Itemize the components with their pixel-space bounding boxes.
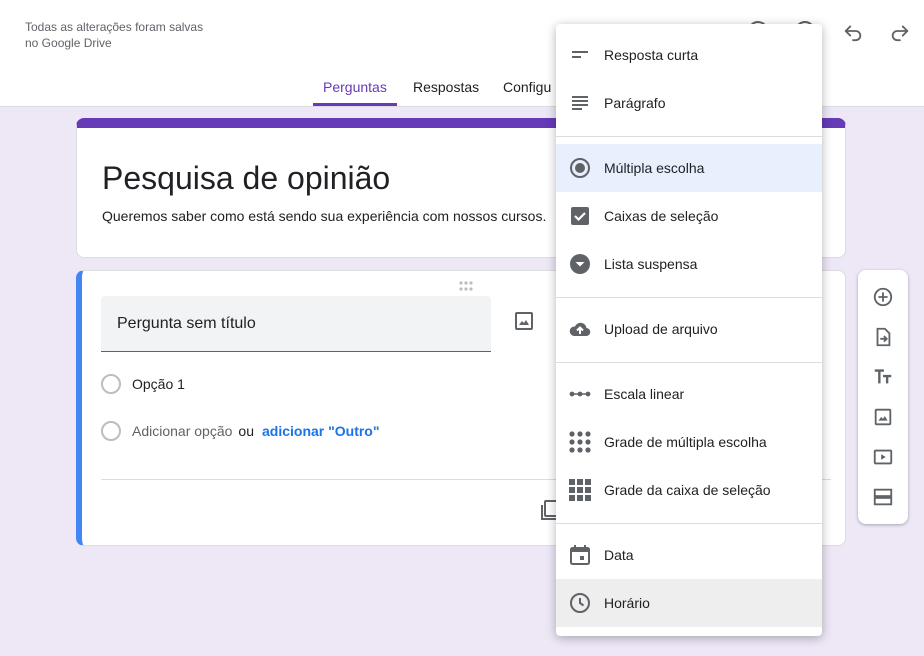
paragraph-icon <box>568 91 592 115</box>
radio-button-icon <box>568 156 592 180</box>
cloud-upload-icon <box>568 317 592 341</box>
menu-divider <box>556 523 822 524</box>
menu-item-grade-caixa-selecao[interactable]: Grade da caixa de seleção <box>556 466 822 514</box>
question-title-input[interactable]: Pergunta sem título <box>101 296 491 352</box>
checkbox-icon <box>568 204 592 228</box>
grid-dots-icon <box>568 430 592 454</box>
tab-respostas[interactable]: Respostas <box>403 70 489 106</box>
option-row: Opção 1 <box>101 372 185 396</box>
option-label[interactable]: Opção 1 <box>132 376 185 392</box>
add-section-icon[interactable] <box>871 485 895 509</box>
save-status: Todas as alterações foram salvas no Goog… <box>25 20 204 50</box>
question-type-menu: Resposta curta Parágrafo Múltipla escolh… <box>556 24 822 636</box>
menu-item-multipla-escolha[interactable]: Múltipla escolha <box>556 144 822 192</box>
floating-toolbar <box>858 270 908 524</box>
grid-squares-icon <box>568 478 592 502</box>
linear-scale-icon <box>568 382 592 406</box>
radio-icon <box>101 374 121 394</box>
menu-item-lista-suspensa[interactable]: Lista suspensa <box>556 240 822 288</box>
radio-icon <box>101 421 121 441</box>
form-title[interactable]: Pesquisa de opinião <box>102 160 390 197</box>
or-text: ou <box>238 423 254 439</box>
menu-item-grade-multipla-escolha[interactable]: Grade de múltipla escolha <box>556 418 822 466</box>
add-image-icon[interactable] <box>871 405 895 429</box>
menu-item-escala-linear[interactable]: Escala linear <box>556 370 822 418</box>
menu-item-horario[interactable]: Horário <box>556 579 822 627</box>
menu-item-upload-de-arquivo[interactable]: Upload de arquivo <box>556 305 822 353</box>
menu-item-data[interactable]: Data <box>556 531 822 579</box>
add-image-icon[interactable] <box>512 309 536 333</box>
add-option-row: Adicionar opção ou adicionar "Outro" <box>101 419 380 443</box>
drag-handle-icon[interactable] <box>458 279 478 291</box>
menu-divider <box>556 297 822 298</box>
add-video-icon[interactable] <box>871 445 895 469</box>
redo-icon[interactable] <box>887 18 913 44</box>
clock-icon <box>568 591 592 615</box>
short-answer-icon <box>568 43 592 67</box>
calendar-icon <box>568 543 592 567</box>
add-option-link[interactable]: Adicionar opção <box>132 423 232 439</box>
import-questions-icon[interactable] <box>871 325 895 349</box>
add-other-link[interactable]: adicionar "Outro" <box>262 423 380 439</box>
form-description[interactable]: Queremos saber como está sendo sua exper… <box>102 208 546 224</box>
menu-item-paragrafo[interactable]: Parágrafo <box>556 79 822 127</box>
tab-perguntas[interactable]: Perguntas <box>313 70 397 106</box>
menu-item-caixas-de-selecao[interactable]: Caixas de seleção <box>556 192 822 240</box>
menu-item-resposta-curta[interactable]: Resposta curta <box>556 31 822 79</box>
menu-divider <box>556 362 822 363</box>
undo-icon[interactable] <box>840 18 866 44</box>
menu-divider <box>556 136 822 137</box>
tab-configuracoes[interactable]: Configu <box>493 70 561 106</box>
dropdown-icon <box>568 252 592 276</box>
add-question-icon[interactable] <box>871 285 895 309</box>
add-title-icon[interactable] <box>871 365 895 389</box>
